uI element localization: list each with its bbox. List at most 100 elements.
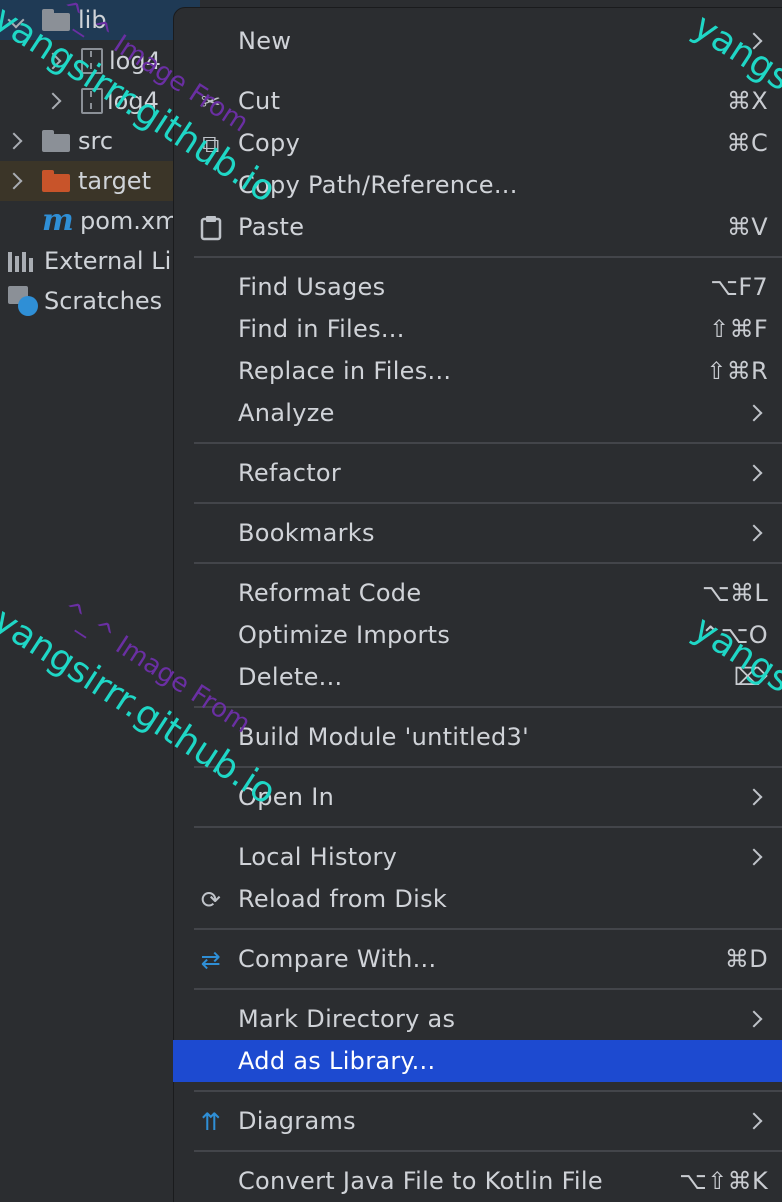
menu-item-diagrams[interactable]: ⇈ Diagrams: [173, 1100, 782, 1142]
menu-item-label: Copy: [238, 129, 301, 157]
menu-item-reformat-code[interactable]: Reformat Code ⌥⌘L: [173, 572, 782, 614]
menu-separator: [194, 256, 782, 258]
menu-separator: [194, 1090, 782, 1092]
menu-item-label: Open In: [238, 783, 335, 811]
scratches-icon: [8, 286, 38, 316]
menu-item-shortcut: ⌥F7: [710, 273, 768, 301]
diagrams-icon: ⇈: [200, 1108, 222, 1136]
tree-item-label: External Li: [44, 247, 172, 275]
menu-separator: [194, 502, 782, 504]
menu-item-mark-directory-as[interactable]: Mark Directory as: [173, 998, 782, 1040]
menu-item-build-module[interactable]: Build Module 'untitled3': [173, 716, 782, 758]
menu-item-label: Convert Java File to Kotlin File: [238, 1167, 603, 1195]
menu-separator: [194, 766, 782, 768]
tree-item-label: Scratches: [44, 287, 163, 315]
tree-item-src[interactable]: src: [0, 121, 200, 161]
menu-item-add-as-library[interactable]: Add as Library...: [173, 1040, 782, 1082]
menu-item-label: Reload from Disk: [238, 885, 448, 913]
tree-item-pom[interactable]: m pom.xm: [0, 201, 200, 241]
menu-item-label: Paste: [238, 213, 305, 241]
menu-item-optimize-imports[interactable]: Optimize Imports ⌃⌥O: [173, 614, 782, 656]
chevron-right-icon[interactable]: [5, 172, 23, 190]
menu-item-label: Optimize Imports: [238, 621, 451, 649]
menu-item-bookmarks[interactable]: Bookmarks: [173, 512, 782, 554]
menu-item-label: Delete...: [238, 663, 343, 691]
submenu-arrow-icon: [745, 464, 763, 482]
menu-item-local-history[interactable]: Local History: [173, 836, 782, 878]
menu-item-copy[interactable]: ⧉ Copy ⌘C: [173, 122, 782, 164]
menu-item-label: Refactor: [238, 459, 342, 487]
submenu-arrow-icon: [745, 788, 763, 806]
tree-item-jar[interactable]: log4: [0, 81, 200, 121]
menu-item-refactor[interactable]: Refactor: [173, 452, 782, 494]
menu-item-label: Find in Files...: [238, 315, 405, 343]
reload-icon: ⟳: [200, 886, 222, 914]
menu-item-shortcut: ⌘D: [724, 945, 768, 973]
tree-item-label: pom.xm: [80, 207, 179, 235]
menu-item-reload-from-disk[interactable]: ⟳ Reload from Disk: [173, 878, 782, 920]
menu-item-copy-path[interactable]: Copy Path/Reference...: [173, 164, 782, 206]
menu-item-label: Mark Directory as: [238, 1005, 456, 1033]
menu-item-shortcut: ⌦: [733, 663, 768, 691]
menu-item-shortcut: ⌘C: [726, 129, 768, 157]
menu-item-label: Compare With...: [238, 945, 437, 973]
menu-item-label: Reformat Code: [238, 579, 422, 607]
menu-item-paste[interactable]: Paste ⌘V: [173, 206, 782, 248]
menu-item-label: Copy Path/Reference...: [238, 171, 518, 199]
tree-item-target[interactable]: target: [0, 161, 200, 201]
jar-icon: [81, 88, 103, 114]
menu-separator: [194, 442, 782, 444]
menu-item-analyze[interactable]: Analyze: [173, 392, 782, 434]
menu-item-label: Analyze: [238, 399, 335, 427]
menu-item-shortcut: ⌘V: [726, 213, 768, 241]
submenu-arrow-icon: [745, 32, 763, 50]
menu-item-label: Find Usages: [238, 273, 386, 301]
compare-icon: ⇄: [200, 946, 222, 974]
menu-separator: [194, 988, 782, 990]
menu-item-label: Local History: [238, 843, 398, 871]
menu-item-shortcut: ⇧⌘F: [709, 315, 768, 343]
menu-item-replace-in-files[interactable]: Replace in Files... ⇧⌘R: [173, 350, 782, 392]
folder-icon: [42, 170, 70, 192]
project-tree: lib log4 log4 src target m pom.xm Extern…: [0, 0, 200, 1202]
tree-item-label: lib: [78, 6, 107, 34]
menu-separator: [194, 826, 782, 828]
menu-item-find-usages[interactable]: Find Usages ⌥F7: [173, 266, 782, 308]
menu-item-shortcut: ⌘X: [726, 87, 768, 115]
menu-separator: [194, 562, 782, 564]
ide-window: lib log4 log4 src target m pom.xm Extern…: [0, 0, 782, 1202]
submenu-arrow-icon: [745, 1010, 763, 1028]
tree-item-jar[interactable]: log4: [0, 41, 200, 81]
menu-item-shortcut: ⌥⌘L: [702, 579, 768, 607]
chevron-down-icon[interactable]: [7, 11, 25, 29]
submenu-arrow-icon: [745, 524, 763, 542]
menu-item-cut[interactable]: ✂ Cut ⌘X: [173, 80, 782, 122]
menu-item-open-in[interactable]: Open In: [173, 776, 782, 818]
menu-item-shortcut: ⌃⌥O: [700, 621, 768, 649]
chevron-right-icon[interactable]: [5, 132, 23, 150]
menu-separator: [194, 928, 782, 930]
tree-item-external-libraries[interactable]: External Li: [0, 241, 200, 281]
chevron-right-icon[interactable]: [44, 52, 62, 70]
menu-item-delete[interactable]: Delete... ⌦: [173, 656, 782, 698]
menu-item-compare-with[interactable]: ⇄ Compare With... ⌘D: [173, 938, 782, 980]
menu-separator: [194, 1150, 782, 1152]
tree-item-lib[interactable]: lib: [0, 0, 200, 40]
folder-icon: [42, 9, 70, 31]
scissors-icon: ✂: [200, 88, 222, 116]
submenu-arrow-icon: [745, 848, 763, 866]
menu-item-convert-to-kotlin[interactable]: Convert Java File to Kotlin File ⌥⇧⌘K: [173, 1160, 782, 1202]
menu-item-find-in-files[interactable]: Find in Files... ⇧⌘F: [173, 308, 782, 350]
tree-item-scratches[interactable]: Scratches: [0, 281, 200, 321]
menu-item-shortcut: ⇧⌘R: [706, 357, 768, 385]
submenu-arrow-icon: [745, 1112, 763, 1130]
tree-item-label: target: [78, 167, 151, 195]
tree-item-label: log4: [109, 47, 161, 75]
menu-item-new[interactable]: New: [173, 20, 782, 62]
clipboard-icon: [197, 214, 225, 242]
menu-item-shortcut: ⌥⇧⌘K: [679, 1167, 768, 1195]
menu-item-label: Bookmarks: [238, 519, 375, 547]
chevron-right-icon[interactable]: [44, 92, 62, 110]
copy-icon: ⧉: [202, 130, 220, 158]
menu-item-label: Cut: [238, 87, 281, 115]
